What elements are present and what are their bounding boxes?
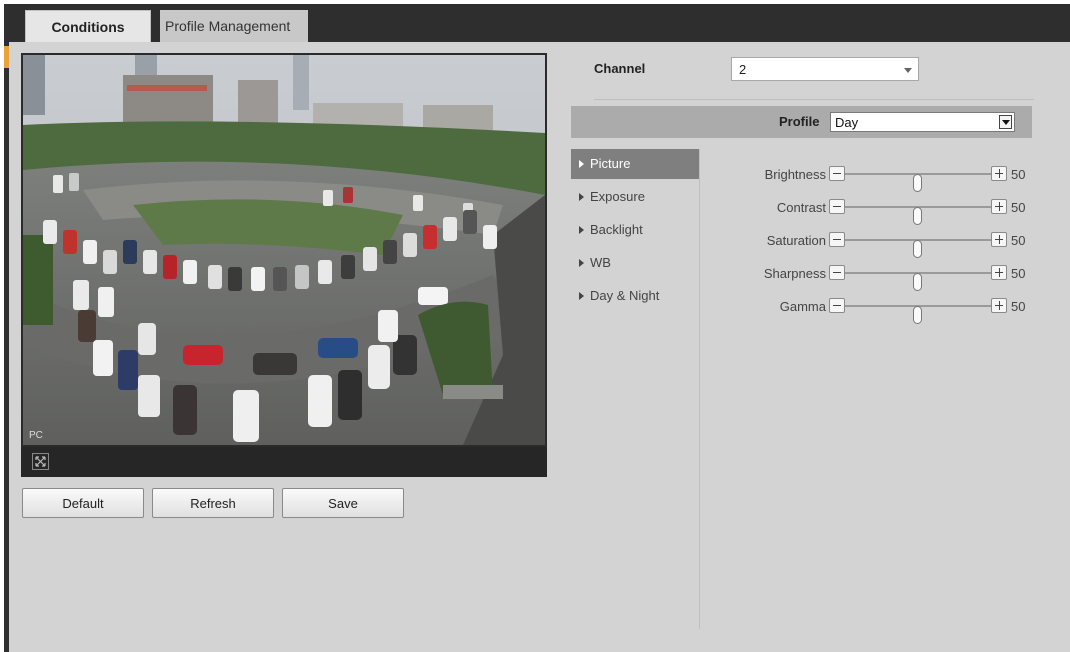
slider-track[interactable] xyxy=(845,305,991,324)
plus-icon[interactable] xyxy=(991,265,1007,280)
slider-track[interactable] xyxy=(845,272,991,291)
minus-icon[interactable] xyxy=(829,232,845,247)
menu-arrow-icon xyxy=(579,160,584,168)
slider-thumb[interactable] xyxy=(913,207,922,225)
settings-menu: Picture Exposure Backlight WB Day & Nigh… xyxy=(571,149,699,629)
menu-arrow-icon xyxy=(579,226,584,234)
menu-arrow-icon xyxy=(579,259,584,267)
plus-icon[interactable] xyxy=(991,298,1007,313)
preview-toolbar xyxy=(21,447,547,477)
menu-divider xyxy=(699,149,700,629)
slider-saturation: Saturation 50 xyxy=(704,230,1044,258)
osd-label: PC xyxy=(29,430,43,441)
menu-item-backlight[interactable]: Backlight xyxy=(571,215,699,245)
parking-lot-image: PC xyxy=(23,55,545,445)
menu-arrow-icon xyxy=(579,193,584,201)
minus-icon[interactable] xyxy=(829,199,845,214)
menu-item-picture[interactable]: Picture xyxy=(571,149,699,179)
menu-item-day-night[interactable]: Day & Night xyxy=(571,281,699,311)
slider-label: Sharpness xyxy=(763,266,826,281)
dropdown-arrow-icon xyxy=(904,68,912,73)
menu-item-label: Backlight xyxy=(590,222,643,237)
slider-thumb[interactable] xyxy=(913,174,922,192)
plus-icon[interactable] xyxy=(991,199,1007,214)
menu-item-wb[interactable]: WB xyxy=(571,248,699,278)
plus-icon[interactable] xyxy=(991,232,1007,247)
save-button[interactable]: Save xyxy=(282,488,404,518)
refresh-button[interactable]: Refresh xyxy=(152,488,274,518)
plus-icon[interactable] xyxy=(991,166,1007,181)
tab-conditions[interactable]: Conditions xyxy=(25,10,151,42)
slider-label: Saturation xyxy=(766,233,826,248)
channel-label: Channel xyxy=(594,61,646,76)
channel-select[interactable]: 2 xyxy=(731,57,919,81)
slider-track[interactable] xyxy=(845,206,991,225)
menu-item-label: Exposure xyxy=(590,189,645,204)
slider-contrast: Contrast 50 xyxy=(704,197,1044,225)
app-frame: Conditions Profile Management PC Default… xyxy=(4,4,1070,652)
slider-brightness: Brightness 50 xyxy=(704,164,1044,192)
menu-item-label: Day & Night xyxy=(590,288,660,303)
tab-profile-management[interactable]: Profile Management xyxy=(160,10,308,42)
slider-label: Brightness xyxy=(764,167,826,182)
slider-thumb[interactable] xyxy=(913,306,922,324)
slider-thumb[interactable] xyxy=(913,240,922,258)
slider-sharpness: Sharpness 50 xyxy=(704,263,1044,291)
menu-item-exposure[interactable]: Exposure xyxy=(571,182,699,212)
profile-select[interactable]: Day xyxy=(830,112,1015,132)
slider-gamma: Gamma 50 xyxy=(704,296,1044,324)
menu-arrow-icon xyxy=(579,292,584,300)
minus-icon[interactable] xyxy=(829,265,845,280)
slider-value: 50 xyxy=(1011,167,1026,182)
menu-item-label: Picture xyxy=(590,156,631,171)
slider-value: 50 xyxy=(1011,233,1026,248)
profile-bar: Profile Day xyxy=(571,106,1032,138)
slider-track[interactable] xyxy=(845,173,991,192)
slider-label: Gamma xyxy=(779,299,826,314)
slider-value: 50 xyxy=(1011,266,1026,281)
slider-value: 50 xyxy=(1011,299,1026,314)
default-button[interactable]: Default xyxy=(22,488,144,518)
tab-bar: Conditions Profile Management xyxy=(9,4,1070,42)
video-preview: PC xyxy=(21,53,547,477)
channel-value: 2 xyxy=(739,62,747,77)
profile-label: Profile xyxy=(779,114,820,129)
slider-value: 50 xyxy=(1011,200,1026,215)
minus-icon[interactable] xyxy=(829,166,845,181)
profile-value: Day xyxy=(835,115,859,130)
minus-icon[interactable] xyxy=(829,298,845,313)
left-strip xyxy=(4,4,9,652)
slider-label: Contrast xyxy=(776,200,826,215)
divider xyxy=(594,99,1034,100)
fullscreen-icon[interactable] xyxy=(32,453,49,470)
dropdown-arrow-icon xyxy=(999,115,1012,129)
slider-thumb[interactable] xyxy=(913,273,922,291)
slider-track[interactable] xyxy=(845,239,991,258)
video-image: PC xyxy=(23,55,545,445)
left-accent xyxy=(4,46,9,68)
menu-item-label: WB xyxy=(590,255,611,270)
